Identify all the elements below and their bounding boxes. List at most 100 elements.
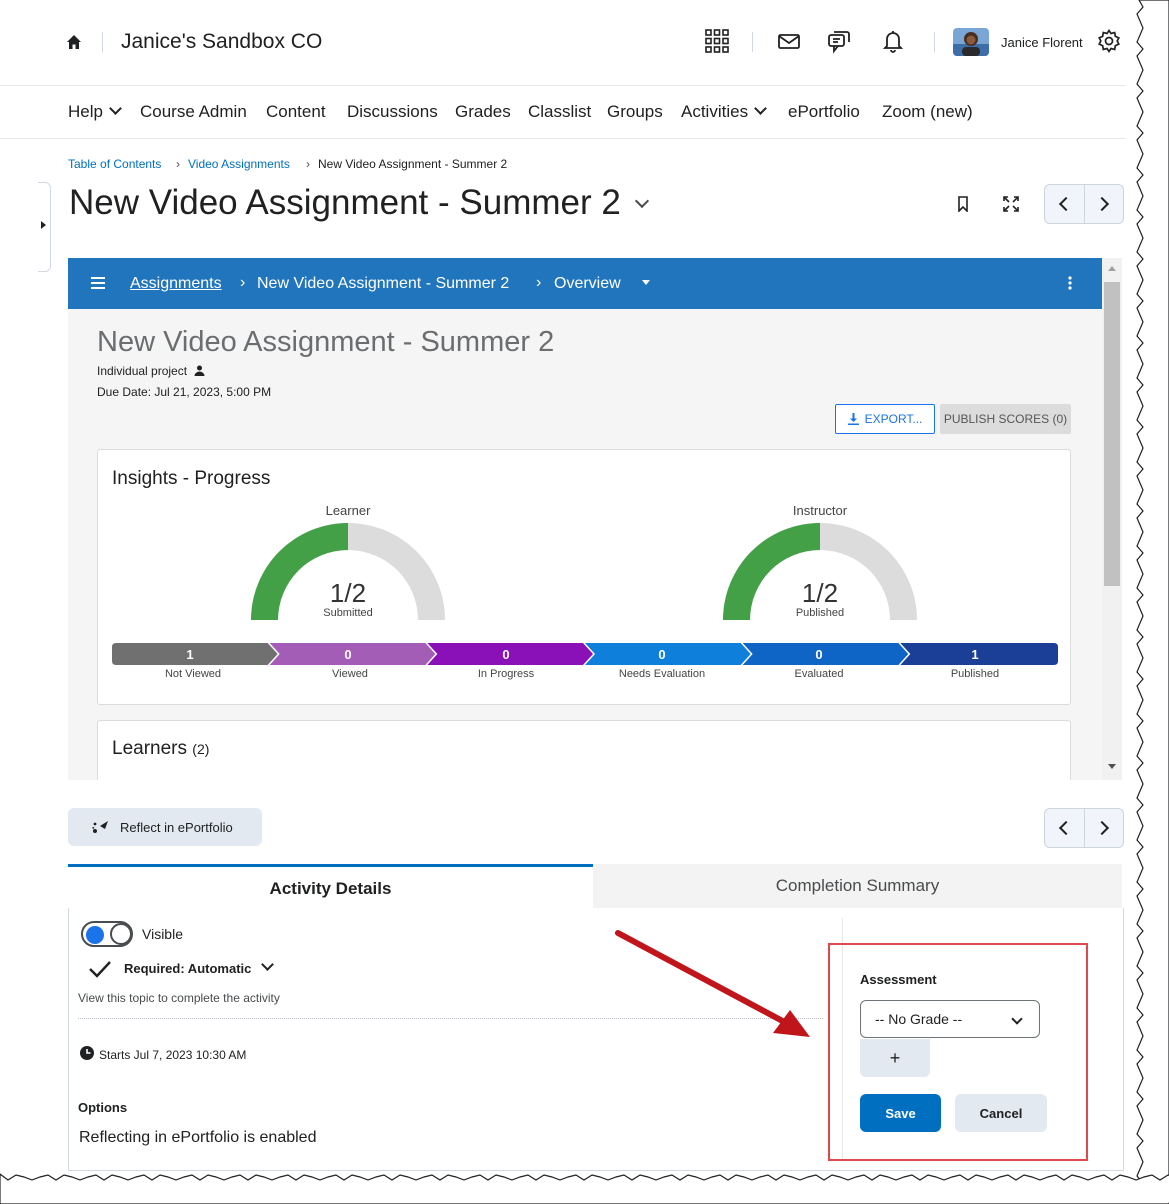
stage-label: Needs Evaluation (618, 668, 706, 680)
reflect-label: Reflect in ePortfolio (120, 819, 233, 835)
previous-topic-button[interactable] (1045, 185, 1085, 223)
caret-down-icon[interactable] (642, 280, 650, 285)
chat-icon[interactable] (826, 28, 852, 54)
nav-course-admin[interactable]: Course Admin (140, 102, 247, 122)
options-text: Reflecting in ePortfolio is enabled (79, 1129, 317, 1146)
project-type: Individual project (97, 364, 205, 378)
project-type-text: Individual project (97, 364, 188, 378)
learners-title: Learners (2) (112, 738, 209, 760)
assignment-frame: Assignments › New Video Assignment - Sum… (68, 258, 1122, 780)
stage-count: 1 (186, 647, 194, 662)
breadcrumb-separator: › (306, 157, 310, 171)
reflect-eportfolio-button[interactable]: Reflect in ePortfolio (68, 808, 262, 846)
breadcrumb-separator: › (536, 274, 542, 291)
stage-label: Published (950, 668, 1000, 680)
side-panel-toggle[interactable] (38, 182, 51, 272)
page-title[interactable]: New Video Assignment - Summer 2 (69, 183, 649, 223)
activity-pager (1044, 808, 1124, 848)
avatar[interactable] (953, 28, 989, 56)
publish-scores-button[interactable]: PUBLISH SCORES (0) (940, 404, 1071, 434)
learners-count: (2) (192, 741, 210, 757)
stage-count: 0 (344, 647, 352, 662)
more-vertical-icon[interactable] (1068, 276, 1072, 295)
insights-card: Insights - Progress Learner 1/2 Submitte… (97, 449, 1071, 705)
page-title-text: New Video Assignment - Summer 2 (69, 183, 621, 222)
nav-discussions[interactable]: Discussions (347, 102, 438, 122)
assignment-title: New Video Assignment - Summer 2 (97, 326, 555, 358)
bell-icon[interactable] (880, 28, 906, 54)
hamburger-icon[interactable] (91, 276, 105, 294)
org-title[interactable]: Janice's Sandbox CO (121, 30, 322, 54)
download-icon (847, 413, 859, 425)
nav-classlist[interactable]: Classlist (528, 102, 591, 122)
insights-title: Insights - Progress (112, 468, 271, 489)
stage-count: 0 (815, 647, 823, 662)
learner-gauge-label: Learner (325, 503, 371, 518)
stage-count: 0 (502, 647, 510, 662)
topic-pager (1044, 184, 1124, 224)
overview-crumb[interactable]: Overview (554, 275, 621, 293)
tab-completion-summary[interactable]: Completion Summary (593, 864, 1122, 909)
options-title: Options (78, 1100, 128, 1115)
scroll-thumb[interactable] (1104, 282, 1120, 586)
previous-activity-button[interactable] (1045, 809, 1085, 847)
tab-activity-details[interactable]: Activity Details (68, 864, 593, 911)
chevron-down-icon (754, 102, 767, 115)
instructor-gauge-caption: Published (795, 607, 845, 619)
nav-zoom[interactable]: Zoom (new) (882, 102, 973, 122)
next-activity-button[interactable] (1085, 809, 1124, 847)
gear-icon[interactable] (1096, 28, 1122, 54)
nav-help[interactable]: Help (68, 102, 122, 122)
breadcrumb-separator: › (176, 157, 180, 171)
mail-icon[interactable] (776, 28, 802, 54)
checkmark-icon (88, 960, 112, 983)
stage-label: Evaluated (794, 668, 844, 680)
next-topic-button[interactable] (1085, 185, 1124, 223)
fullscreen-icon[interactable] (998, 191, 1024, 217)
stage-count: 1 (971, 647, 979, 662)
scroll-down-icon[interactable] (1108, 764, 1116, 769)
annotation-arrow (615, 930, 810, 1037)
learner-gauge-caption: Submitted (323, 607, 373, 619)
export-button[interactable]: EXPORT... (835, 404, 935, 434)
nav-label: Activities (681, 102, 749, 121)
scroll-up-icon[interactable] (1108, 266, 1116, 271)
learners-title-text: Learners (112, 738, 187, 759)
chevron-down-icon (261, 958, 275, 971)
learner-gauge-value: 1/2 (329, 578, 367, 608)
chevron-left-icon (1059, 196, 1074, 212)
breadcrumb-video-assignments[interactable]: Video Assignments (188, 157, 290, 171)
breadcrumb-toc[interactable]: Table of Contents (68, 157, 161, 171)
nav-groups[interactable]: Groups (607, 102, 663, 122)
divider (752, 32, 753, 52)
divider (934, 32, 935, 52)
instructor-gauge-label: Instructor (792, 503, 848, 518)
nav-content[interactable]: Content (266, 102, 326, 122)
stage-label: In Progress (477, 668, 535, 680)
required-dropdown[interactable]: Required: Automatic (124, 958, 275, 976)
chevron-left-icon (1059, 820, 1074, 836)
instructor-gauge-value: 1/2 (801, 578, 839, 608)
highlight-box (828, 943, 1088, 1161)
breadcrumb-current: New Video Assignment - Summer 2 (318, 157, 508, 171)
learners-card: Learners (2) (97, 720, 1071, 780)
person-icon (194, 365, 205, 376)
home-icon[interactable] (66, 34, 82, 50)
toggle-knob (110, 923, 132, 945)
waffle-icon[interactable] (704, 28, 730, 54)
nav-eportfolio[interactable]: ePortfolio (788, 102, 860, 122)
chevron-down-icon (109, 102, 122, 115)
stage-count: 0 (658, 647, 666, 662)
stage-label: Not Viewed (164, 668, 222, 680)
clock-icon (80, 1046, 94, 1065)
chevron-right-icon (1094, 820, 1109, 836)
user-name[interactable]: Janice Florent (1001, 35, 1083, 50)
torn-edge (1125, 0, 1169, 1204)
assignments-link[interactable]: Assignments (130, 275, 222, 293)
nav-activities[interactable]: Activities (681, 102, 767, 122)
torn-bottom-edge (0, 1173, 1169, 1204)
nav-grades[interactable]: Grades (455, 102, 511, 122)
bookmark-icon[interactable] (950, 191, 976, 217)
divider (102, 32, 103, 52)
chevron-down-icon (634, 193, 649, 209)
